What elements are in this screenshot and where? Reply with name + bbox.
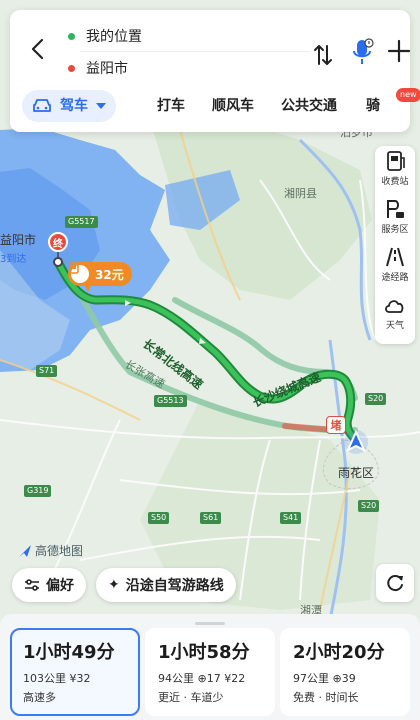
tab-taxi[interactable]: 打车 [157,90,185,122]
route-time: 1小时49分 [23,642,115,663]
preference-button[interactable]: 偏好 [12,568,86,602]
toll-icon [69,262,89,283]
toll-amount: 32元 [95,267,124,282]
start-location[interactable]: 我的位置 [68,26,142,46]
sliders-icon [25,579,39,591]
route-card-3[interactable]: 2小时20分 97公里 ⊕39 免费 · 时间长 [280,628,410,716]
route-badge: S71 [36,365,58,377]
route-badge: S61 [200,512,222,524]
route-options-panel: 1小时49分 103公里 ¥32 高速多 1小时58分 94公里 ⊕17 ¥22… [0,614,420,720]
route-meta: 94公里 ⊕17 ¥22 [158,672,246,685]
jam-marker[interactable]: 堵 [326,416,346,434]
map-label-arrive: 3到达 [0,254,27,265]
tool-toll-station[interactable]: 收费站 [375,150,415,196]
chevron-down-icon [96,103,106,109]
car-icon [32,98,52,114]
tool-via-road[interactable]: 途经路 [375,246,415,292]
jam-label: 堵 [330,419,342,432]
map-tools-panel: 收费站 服务区 途经路 天气 [375,146,415,344]
weather-icon [385,300,404,313]
add-stop-button[interactable] [386,38,412,64]
route-card-1[interactable]: 1小时49分 103公里 ¥32 高速多 [10,628,140,716]
start-dot-icon [68,32,75,40]
tool-weather[interactable]: 天气 [375,294,415,340]
route-badge: G319 [24,485,52,497]
preference-label: 偏好 [46,578,74,594]
route-search-card: 我的位置 益阳市 驾车 打车 顺风车 公共交通 骑 new [10,10,420,132]
route-card-2[interactable]: 1小时58分 94公里 ⊕17 ¥22 更近 · 车道少 [145,628,275,716]
refresh-icon [387,575,403,592]
map-label-xiangyin: 湘阴县 [284,187,317,200]
microphone-icon [353,38,374,64]
scenic-route-label: 沿途自驾游路线 [125,578,224,594]
route-badge: S41 [280,512,302,524]
voice-button[interactable] [349,38,375,68]
route-badge: S50 [148,512,170,524]
swap-icon [314,45,332,65]
transport-mode-tabs: 驾车 打车 顺风车 公共交通 骑 [22,90,410,122]
plus-icon [387,39,411,63]
location-divider [80,51,310,52]
tab-drive[interactable]: 驾车 [22,90,116,122]
new-badge: new [396,88,420,102]
via-road-icon [386,247,404,267]
route-badge: G5517 [65,216,98,228]
amap-logo: 高德地图 [18,542,83,559]
end-location[interactable]: 益阳市 [68,58,128,78]
end-dot-icon [68,64,75,72]
back-arrow-icon [31,38,44,60]
tool-label: 收费站 [381,177,409,187]
route-meta: 97公里 ⊕39 [293,672,356,685]
amap-logo-icon [19,544,31,557]
amap-logo-text: 高德地图 [35,544,84,558]
toll-marker[interactable]: 32元 [68,262,132,286]
drag-handle[interactable] [195,622,225,625]
endpoint-marker[interactable]: 终 [48,232,68,252]
route-meta: 103公里 ¥32 [23,672,91,685]
endpoint-label: 终 [53,238,63,250]
tab-drive-label: 驾车 [60,98,88,114]
map-label-yuhua: 雨花区 [338,466,375,480]
toll-station-icon [387,151,405,171]
route-tag: 更近 · 车道少 [158,691,224,704]
scenic-route-button[interactable]: ✦ 沿途自驾游路线 [96,568,236,602]
swap-button[interactable] [312,42,334,68]
route-tag: 免费 · 时间长 [293,691,359,704]
back-button[interactable] [24,36,50,62]
route-time: 1小时58分 [158,642,250,663]
route-tag: 高速多 [23,691,56,704]
start-label: 我的位置 [86,29,142,45]
tool-label: 途经路 [381,273,409,283]
tab-transit[interactable]: 公共交通 [281,90,337,122]
tool-service-area[interactable]: 服务区 [375,198,415,244]
tab-carpool[interactable]: 顺风车 [212,90,254,122]
tool-label: 天气 [385,321,404,331]
map-label-yiyang: 益阳市 [0,233,37,247]
sparkle-icon: ✦ [108,577,120,593]
end-label: 益阳市 [86,61,128,77]
route-badge: S20 [365,393,387,405]
tool-label: 服务区 [381,225,409,235]
tab-bike[interactable]: 骑 [366,90,380,122]
service-area-icon [387,200,404,218]
refresh-button[interactable] [376,564,414,602]
route-badge: G5513 [154,395,187,407]
route-badge: S20 [358,500,380,512]
route-time: 2小时20分 [293,642,385,663]
